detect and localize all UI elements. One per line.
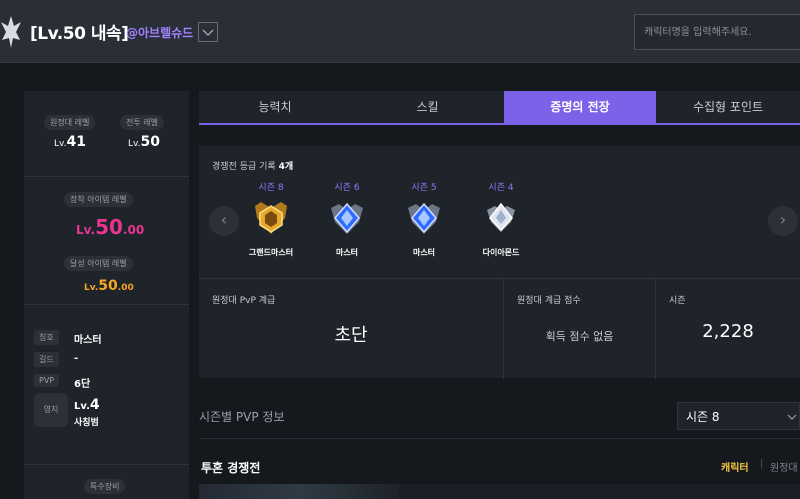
badge-season: 시즌 6 (334, 183, 360, 193)
section-divider (199, 438, 800, 439)
search-input[interactable] (634, 14, 800, 50)
diamond-badge-icon (487, 202, 515, 232)
badge-season: 시즌 8 (258, 183, 284, 193)
tab-stats[interactable]: 능력치 (199, 91, 351, 123)
season-select[interactable]: 시즌 8 (677, 402, 800, 430)
badge-season: 시즌 4 (488, 183, 514, 193)
expedition-level-value: Lv.41 (54, 134, 86, 150)
title-label: 칭호 (34, 330, 59, 345)
next-arrow-button[interactable]: › (768, 206, 798, 236)
level-box: 원정대 레벨 Lv.41 전투 레벨 Lv.50 (24, 91, 189, 177)
pvp-score-cell: 원정대 계급 점수 획득 점수 없음 (504, 279, 656, 379)
filter-expedition[interactable]: 원정대 (770, 459, 798, 474)
season-cell: 시즌 2,228 (656, 279, 800, 379)
top-header: [Lv.50 내속] @아브렐슈드 (0, 0, 800, 63)
pvp-grade-value: 초단 (334, 325, 368, 346)
info-box: 칭호 마스터 길드 - PVP 6단 영지 Lv.4 사칭범 (24, 305, 189, 465)
estate-name: 사칭범 (74, 418, 99, 428)
rank-badge-item: 시즌 8 그랜드마스터 (233, 180, 309, 258)
duel-banner-image (199, 484, 399, 499)
chevron-down-icon (787, 414, 797, 420)
special-equipment-label: 특수장비 (84, 479, 126, 494)
combat-level-label: 전투 레벨 (120, 115, 164, 130)
chevron-left-icon: ‹ (220, 210, 228, 229)
master-badge-icon (331, 202, 363, 234)
chevron-right-icon: › (779, 210, 787, 229)
badge-name: 다이아몬드 (482, 248, 520, 257)
tab-collectibles[interactable]: 수집형 포인트 (656, 91, 800, 123)
rank-history-title: 경쟁전 등급 기록 4개 (212, 162, 294, 172)
pvp-score-label: 원정대 계급 점수 (517, 296, 581, 306)
badge-name: 마스터 (412, 248, 436, 257)
rank-badge-item: 시즌 4 다이아몬드 (463, 180, 539, 258)
pvp-score-value: 획득 점수 없음 (545, 330, 614, 343)
master-badge-icon (408, 202, 440, 234)
season-label: 시즌 (669, 296, 686, 306)
duel-title: 투혼 경쟁전 (201, 461, 261, 475)
tab-bar: 능력치 스킬 증명의 전장 수집형 포인트 (199, 91, 800, 125)
pvp-grade-cell: 원정대 PvP 계급 초단 (199, 279, 504, 379)
pvp-label: PVP (34, 374, 60, 387)
server-name[interactable]: @아브렐슈드 (126, 24, 193, 41)
estate-level: Lv.4 (74, 397, 100, 413)
rank-history-panel: 경쟁전 등급 기록 4개 ‹ › 시즌 8 그랜드마스터 시즌 6 마스터 시즌… (199, 146, 800, 379)
character-title: [Lv.50 내속] (30, 24, 129, 44)
chevron-down-icon (202, 29, 214, 37)
filter-separator: | (760, 458, 764, 469)
season-pvp-title: 시즌별 PVP 정보 (199, 410, 285, 424)
guild-value: - (74, 353, 79, 364)
badge-name: 그랜드마스터 (248, 248, 294, 257)
pvp-grade-label: 원정대 PvP 계급 (212, 296, 276, 306)
profile-panel: 원정대 레벨 Lv.41 전투 레벨 Lv.50 장착 아이템 레벨 Lv.50… (24, 91, 189, 499)
season-select-value: 시즌 8 (686, 410, 720, 424)
season-value: 2,228 (702, 321, 754, 342)
combat-level-value: Lv.50 (128, 134, 160, 150)
equipped-item-level-label: 장착 아이템 레벨 (64, 192, 133, 207)
character-dropdown-button[interactable] (198, 22, 218, 42)
filter-character[interactable]: 캐릭터 (721, 459, 749, 474)
pvp-stats-row: 원정대 PvP 계급 초단 원정대 계급 점수 획득 점수 없음 시즌 2,22… (199, 278, 800, 379)
guild-label: 길드 (34, 352, 59, 367)
tab-proving-grounds[interactable]: 증명의 전장 (504, 91, 656, 123)
rank-badge-item: 시즌 5 마스터 (386, 180, 462, 258)
rank-badge-item: 시즌 6 마스터 (309, 180, 385, 258)
pvp-value: 6단 (74, 379, 91, 390)
expedition-level-label: 원정대 레벨 (44, 115, 96, 130)
achieved-item-level-value: Lv.50.00 (84, 278, 134, 294)
badge-name: 마스터 (335, 248, 359, 257)
tab-skills[interactable]: 스킬 (351, 91, 504, 123)
estate-label: 영지 (34, 393, 68, 427)
grandmaster-badge-icon (255, 202, 287, 234)
badge-season: 시즌 5 (411, 183, 437, 193)
item-level-box: 장착 아이템 레벨 Lv.50.00 달성 아이템 레벨 Lv.50.00 (24, 177, 189, 305)
logo-icon (1, 16, 21, 48)
achieved-item-level-label: 달성 아이템 레벨 (64, 256, 133, 271)
equipped-item-level-value: Lv.50.00 (76, 215, 145, 239)
title-value: 마스터 (74, 335, 102, 346)
